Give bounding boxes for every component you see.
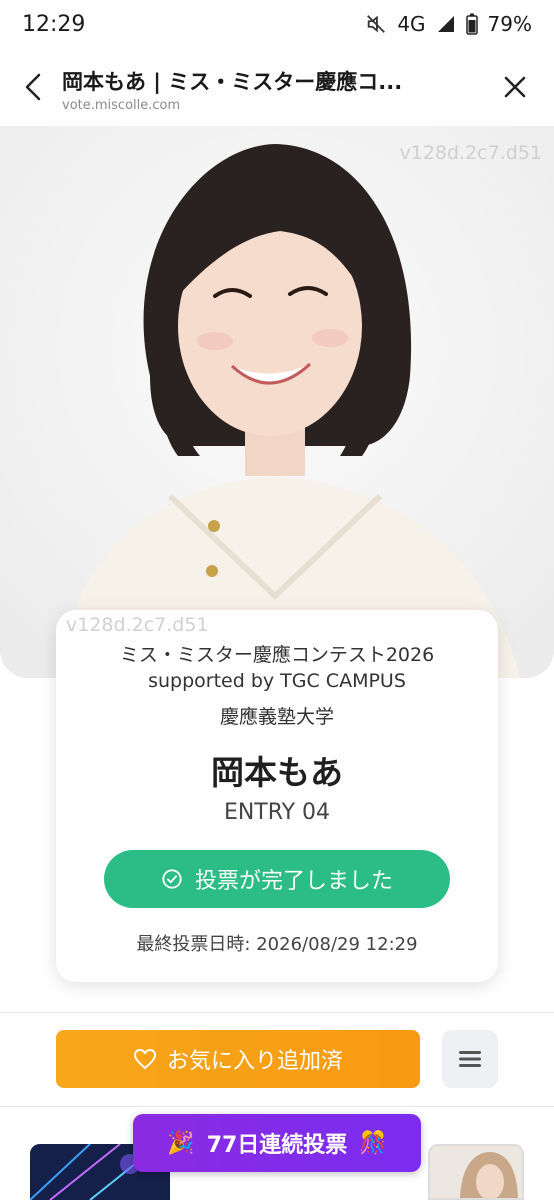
status-icons: 4G 79% bbox=[365, 12, 532, 36]
status-time: 12:29 bbox=[22, 11, 86, 37]
contest-name: ミス・ミスター慶應コンテスト2026 bbox=[119, 644, 435, 666]
confetti-ball-icon: 🎊 bbox=[359, 1130, 387, 1156]
streak-label: 77日連続投票 bbox=[206, 1133, 348, 1158]
page-title: 岡本もあ | ミス・ミスター慶應コ... bbox=[62, 70, 403, 94]
browser-header: 岡本もあ | ミス・ミスター慶應コ... vote.miscolle.com bbox=[0, 48, 554, 126]
check-circle-icon bbox=[162, 869, 182, 889]
divider bbox=[0, 1106, 554, 1107]
vote-complete-label: 投票が完了しました bbox=[194, 869, 393, 894]
close-button[interactable] bbox=[500, 72, 530, 102]
back-button[interactable] bbox=[18, 72, 48, 102]
candidate-name: 岡本もあ bbox=[211, 753, 343, 792]
university-name: 慶應義塾大学 bbox=[219, 706, 334, 728]
menu-button[interactable] bbox=[442, 1030, 498, 1088]
heart-icon bbox=[133, 1048, 156, 1070]
mute-icon bbox=[365, 13, 387, 35]
watermark: v128d.2c7.d51 bbox=[399, 142, 542, 164]
party-popper-icon: 🎉 bbox=[167, 1130, 195, 1156]
battery-percent: 79% bbox=[487, 12, 532, 36]
back-arrow-icon bbox=[25, 73, 41, 101]
signal-icon bbox=[436, 14, 456, 34]
battery-icon bbox=[465, 13, 478, 35]
entry-number: ENTRY 04 bbox=[223, 800, 331, 825]
contest-sponsor: supported by TGC CAMPUS bbox=[148, 670, 406, 692]
watermark-overlay: v128d.2c7.d51 bbox=[66, 614, 209, 636]
close-icon bbox=[504, 76, 526, 98]
status-bar: 12:29 4G 79% bbox=[0, 0, 554, 48]
last-vote-datetime: 最終投票日時: 2026/08/29 12:29 bbox=[136, 934, 418, 955]
page-url: vote.miscolle.com bbox=[62, 98, 181, 113]
favorite-button[interactable]: お気に入り追加済 bbox=[56, 1030, 420, 1088]
favorite-label: お気に入り追加済 bbox=[166, 1049, 343, 1074]
content-card-thumbnail[interactable] bbox=[428, 1144, 524, 1200]
hamburger-icon bbox=[459, 1051, 481, 1067]
profile-photo: v128d.2c7.d51 bbox=[0, 126, 554, 678]
streak-banner: 🎉 77日連続投票 🎊 bbox=[133, 1114, 421, 1172]
vote-complete-button[interactable]: 投票が完了しました bbox=[104, 850, 450, 908]
divider bbox=[0, 1012, 554, 1013]
network-type: 4G bbox=[397, 12, 426, 36]
profile-card: ミス・ミスター慶應コンテスト2026 supported by TGC CAMP… bbox=[56, 610, 498, 982]
